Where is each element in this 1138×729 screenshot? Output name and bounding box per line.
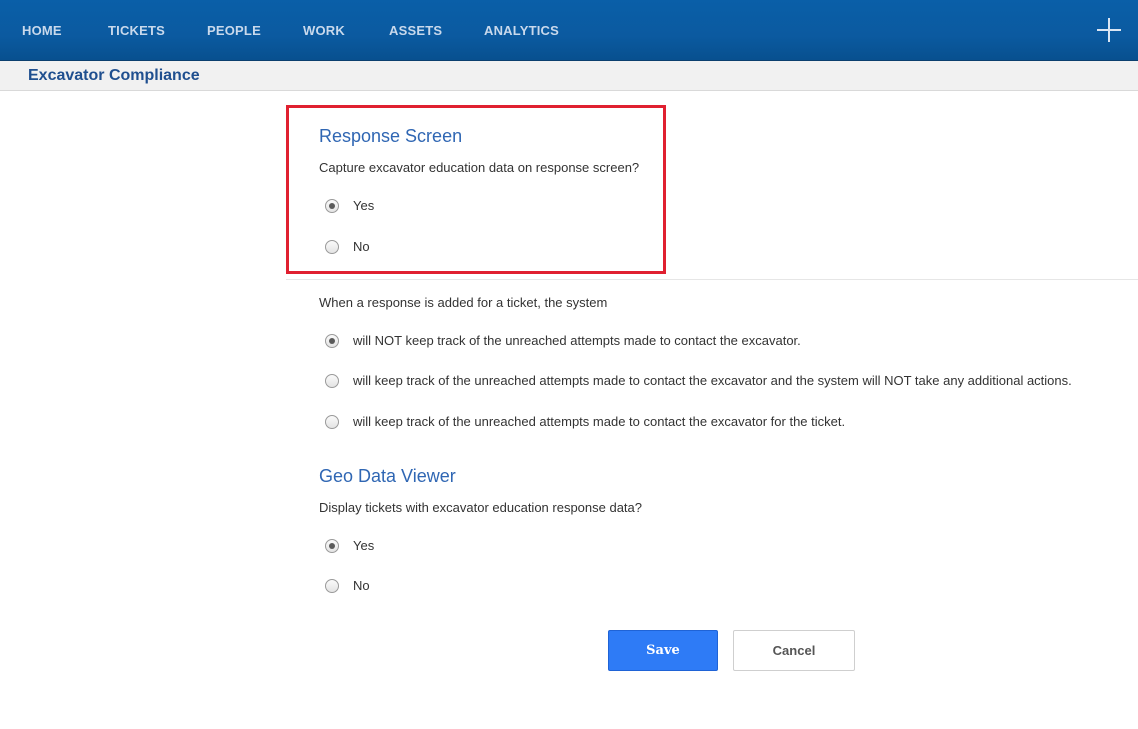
page-header: Excavator Compliance bbox=[0, 61, 1138, 91]
nav-assets[interactable]: ASSETS bbox=[389, 23, 442, 38]
top-navigation-bar: HOME TICKETS PEOPLE WORK ASSETS ANALYTIC… bbox=[0, 0, 1138, 61]
response-screen-heading: Response Screen bbox=[319, 126, 463, 146]
radio-button[interactable] bbox=[325, 579, 339, 593]
radio-label: No bbox=[353, 578, 370, 593]
radio-label: will keep track of the unreached attempt… bbox=[353, 414, 846, 429]
radio-button-selected[interactable] bbox=[325, 199, 339, 213]
radio-button[interactable] bbox=[325, 240, 339, 254]
nav-work[interactable]: WORK bbox=[303, 23, 345, 38]
radio-label: will NOT keep track of the unreached att… bbox=[353, 333, 801, 348]
radio-button[interactable] bbox=[325, 374, 339, 388]
unreached-tracking-question: When a response is added for a ticket, t… bbox=[319, 295, 608, 310]
nav-tickets[interactable]: TICKETS bbox=[108, 23, 165, 38]
radio-button-selected[interactable] bbox=[325, 539, 339, 553]
radio-button[interactable] bbox=[325, 415, 339, 429]
geo-data-viewer-question: Display tickets with excavator education… bbox=[319, 500, 643, 515]
radio-label: Yes bbox=[353, 538, 375, 553]
radio-label: will keep track of the unreached attempt… bbox=[353, 373, 1072, 388]
cancel-button[interactable]: Cancel bbox=[733, 630, 855, 671]
geo-data-viewer-heading: Geo Data Viewer bbox=[319, 466, 456, 486]
radio-label: Yes bbox=[353, 198, 375, 213]
radio-button-selected[interactable] bbox=[325, 334, 339, 348]
nav-analytics[interactable]: ANALYTICS bbox=[484, 23, 559, 38]
page-title: Excavator Compliance bbox=[28, 67, 200, 84]
save-button[interactable]: Save bbox=[608, 630, 718, 671]
nav-people[interactable]: PEOPLE bbox=[207, 23, 261, 38]
radio-label: No bbox=[353, 239, 370, 254]
plus-icon[interactable] bbox=[1096, 17, 1122, 43]
nav-home[interactable]: HOME bbox=[22, 23, 62, 38]
response-screen-question: Capture excavator education data on resp… bbox=[319, 160, 640, 175]
section-divider bbox=[286, 279, 1138, 280]
